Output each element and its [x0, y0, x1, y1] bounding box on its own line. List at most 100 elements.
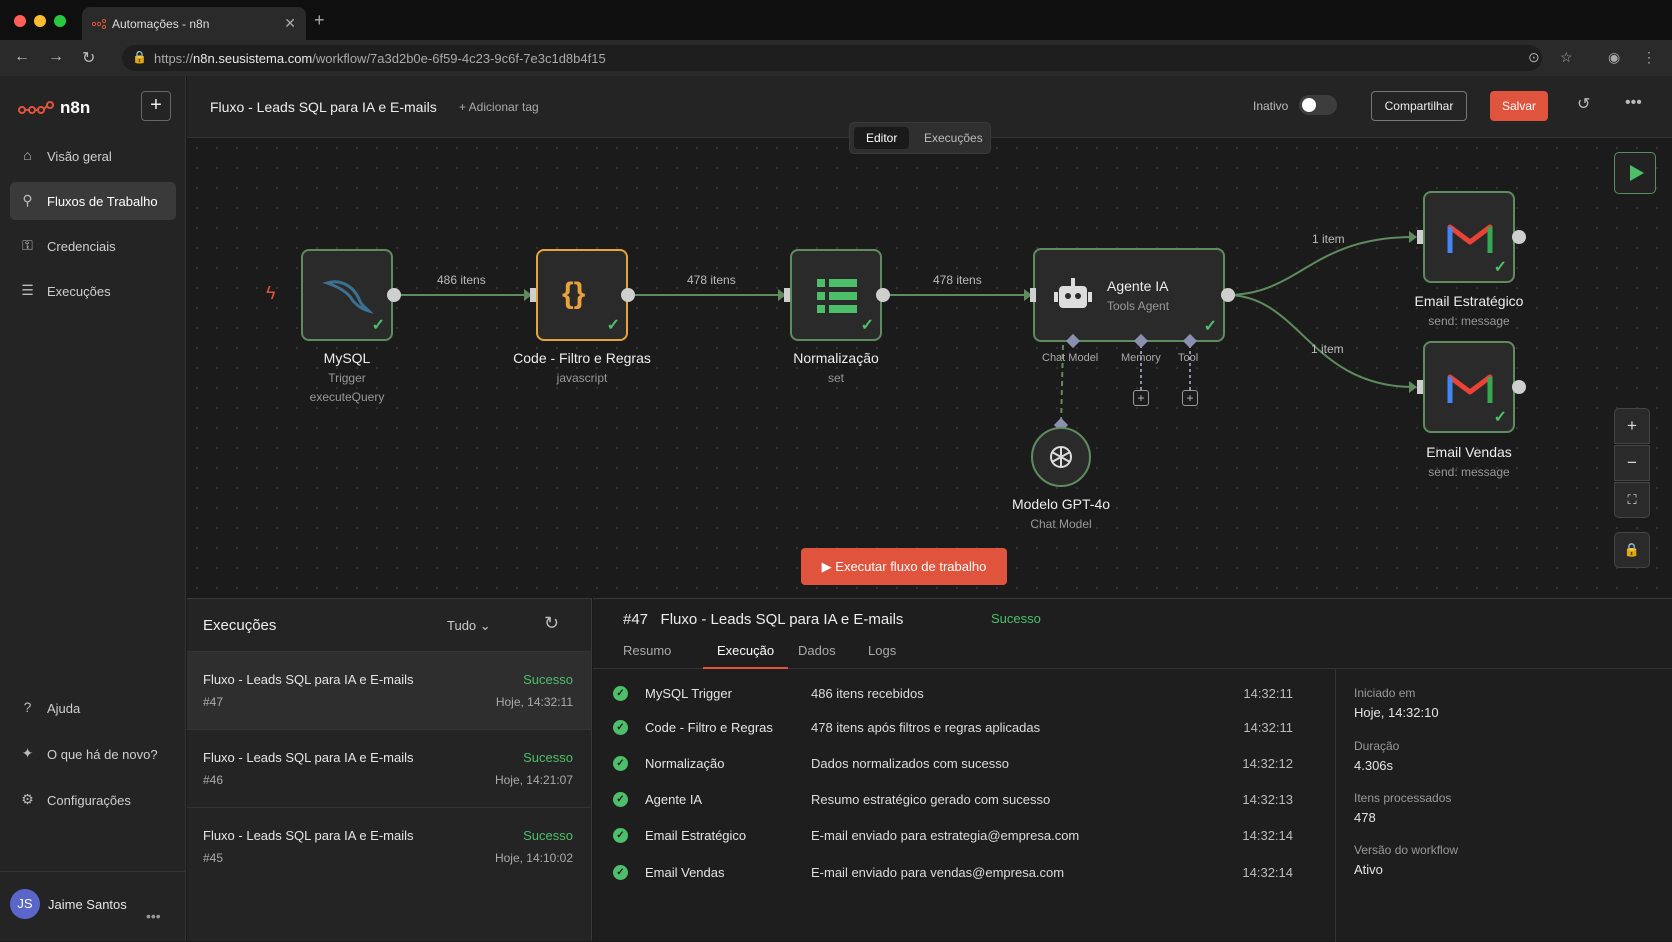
- execution-detail-panel: #47 Fluxo - Leads SQL para IA e E-mails …: [593, 598, 1672, 942]
- user-more-icon[interactable]: •••: [146, 908, 161, 924]
- sidebar-item-executions[interactable]: ☰ Execuções: [10, 272, 176, 310]
- sidebar-item-settings[interactable]: ⚙ Configurações: [10, 781, 176, 819]
- back-icon[interactable]: ←: [14, 48, 30, 66]
- execution-row[interactable]: Fluxo - Leads SQL para IA e E-mails #47 …: [187, 651, 591, 729]
- log-node: MySQL Trigger: [645, 686, 732, 701]
- tab-executions[interactable]: Execuções: [912, 127, 995, 149]
- lock-canvas-button[interactable]: 🔒: [1614, 532, 1650, 568]
- tab-execution[interactable]: Execução: [703, 643, 789, 669]
- save-button[interactable]: Salvar: [1490, 91, 1548, 121]
- add-tag-link[interactable]: + Adicionar tag: [459, 100, 539, 114]
- workflow-title[interactable]: Fluxo - Leads SQL para IA e E-mails: [210, 99, 437, 115]
- set-list-icon: [817, 279, 857, 313]
- window-close-button[interactable]: [14, 15, 26, 27]
- executions-filter-select[interactable]: Tudo ⌄: [447, 618, 491, 634]
- n8n-logo[interactable]: n8n: [18, 98, 90, 118]
- execution-id: #47: [203, 695, 224, 709]
- fit-view-button[interactable]: ⛶: [1614, 482, 1650, 518]
- execution-detail-title: #47 Fluxo - Leads SQL para IA e E-mails: [623, 611, 903, 628]
- n8n-favicon-icon: [92, 19, 106, 29]
- sidebar-item-workflows[interactable]: ⚲ Fluxos de Trabalho: [10, 182, 176, 220]
- input-handle[interactable]: [1417, 380, 1423, 394]
- tab-data[interactable]: Dados: [798, 643, 836, 667]
- log-message: E-mail enviado para estrategia@empresa.c…: [811, 828, 1080, 843]
- window-minimize-button[interactable]: [34, 15, 46, 27]
- node-ai-agent[interactable]: Agente IA Tools Agent ✓: [1033, 248, 1225, 342]
- window-zoom-button[interactable]: [54, 15, 66, 27]
- port-label: Tool: [1178, 352, 1199, 364]
- success-check-icon: ✓: [613, 756, 628, 771]
- browser-menu-icon[interactable]: ⋮: [1642, 49, 1656, 66]
- execution-meta: Iniciado em Hoje, 14:32:10 Duração 4.306…: [1335, 669, 1672, 942]
- execution-row[interactable]: Fluxo - Leads SQL para IA e E-mails #45 …: [187, 807, 591, 885]
- site-info-icon[interactable]: 🔒: [132, 50, 147, 64]
- gmail-icon: [1447, 224, 1493, 253]
- log-node: Code - Filtro e Regras: [645, 720, 773, 735]
- execution-row[interactable]: Fluxo - Leads SQL para IA e E-mails #46 …: [187, 729, 591, 807]
- active-toggle[interactable]: [1299, 95, 1337, 115]
- input-handle[interactable]: [1030, 288, 1036, 302]
- sidebar-item-label: O que há de novo?: [47, 747, 158, 762]
- node-normalization[interactable]: ✓: [790, 249, 882, 341]
- input-handle[interactable]: [530, 288, 536, 302]
- detail-tabs: Resumo Execução Dados Logs: [593, 633, 1672, 669]
- browser-tab[interactable]: Automações - n8n ✕: [82, 7, 306, 40]
- refresh-icon[interactable]: ↻: [544, 613, 559, 634]
- url-field[interactable]: 🔒 https://n8n.seusistema.com/workflow/7a…: [122, 45, 1542, 71]
- node-code[interactable]: {} ✓: [536, 249, 628, 341]
- history-icon[interactable]: ↺: [1577, 94, 1590, 114]
- log-row: ✓ Normalização Dados normalizados com su…: [613, 754, 1313, 784]
- executions-panel: Execuções Tudo ⌄ ↻ Fluxo - Leads SQL par…: [187, 598, 592, 941]
- execute-workflow-button[interactable]: ▶ Executar fluxo de trabalho: [801, 548, 1007, 585]
- share-button[interactable]: Compartilhar: [1371, 91, 1467, 121]
- success-check-icon: ✓: [613, 865, 628, 880]
- gift-icon: ✦: [21, 745, 34, 761]
- zoom-lens-icon[interactable]: ⊙: [1528, 49, 1540, 66]
- test-workflow-button[interactable]: [1614, 152, 1656, 194]
- user-menu[interactable]: JS Jaime Santos •••: [0, 871, 186, 941]
- output-handle[interactable]: [876, 288, 890, 302]
- bookmark-star-icon[interactable]: ☆: [1560, 49, 1573, 66]
- output-handle[interactable]: [1512, 380, 1526, 394]
- log-node: Email Estratégico: [645, 828, 747, 843]
- output-handle[interactable]: [1221, 288, 1235, 302]
- reload-icon[interactable]: ↻: [82, 48, 95, 68]
- help-icon: ?: [23, 699, 32, 715]
- output-handle[interactable]: [1512, 230, 1526, 244]
- forward-icon[interactable]: →: [48, 48, 64, 66]
- success-check-icon: ✓: [613, 828, 628, 843]
- create-button[interactable]: +: [141, 91, 171, 121]
- new-tab-icon[interactable]: +: [314, 10, 325, 31]
- tab-editor[interactable]: Editor: [854, 127, 910, 149]
- node-email-strategic[interactable]: ✓: [1423, 191, 1515, 283]
- workflow-icon: ⚲: [22, 192, 33, 208]
- tab-summary[interactable]: Resumo: [623, 643, 671, 667]
- sidebar-item-help[interactable]: ? Ajuda: [10, 689, 176, 727]
- log-time: 14:32:14: [1242, 828, 1293, 843]
- execution-detail-status: Sucesso: [991, 611, 1041, 626]
- input-handle[interactable]: [1417, 230, 1423, 244]
- node-mysql[interactable]: ✓: [301, 249, 393, 341]
- sidebar-item-whats-new[interactable]: ✦ O que há de novo?: [10, 735, 176, 773]
- add-tool-button[interactable]: +: [1182, 390, 1198, 406]
- input-handle[interactable]: [784, 288, 790, 302]
- zoom-in-button[interactable]: +: [1614, 408, 1650, 444]
- node-gpt4o-model[interactable]: [1031, 427, 1091, 487]
- node-title: Agente IA: [1107, 278, 1169, 294]
- log-row: ✓ Email Estratégico E-mail enviado para …: [613, 826, 1313, 856]
- sidebar-item-overview[interactable]: ⌂ Visão geral: [10, 137, 176, 175]
- node-title: Normalização: [793, 350, 879, 366]
- add-memory-button[interactable]: +: [1133, 390, 1149, 406]
- execution-date: Hoje, 14:32:11: [495, 695, 573, 709]
- tab-close-icon[interactable]: ✕: [284, 15, 296, 32]
- n8n-logo-icon: [18, 100, 54, 114]
- more-options-icon[interactable]: •••: [1625, 94, 1642, 112]
- zoom-out-button[interactable]: −: [1614, 445, 1650, 481]
- profile-icon[interactable]: ◉: [1608, 49, 1620, 66]
- output-handle[interactable]: [621, 288, 635, 302]
- node-email-sales[interactable]: ✓: [1423, 341, 1515, 433]
- output-handle[interactable]: [387, 288, 401, 302]
- log-node: Normalização: [645, 756, 725, 771]
- tab-logs[interactable]: Logs: [868, 643, 896, 667]
- sidebar-item-credentials[interactable]: ⚿ Credenciais: [10, 227, 176, 265]
